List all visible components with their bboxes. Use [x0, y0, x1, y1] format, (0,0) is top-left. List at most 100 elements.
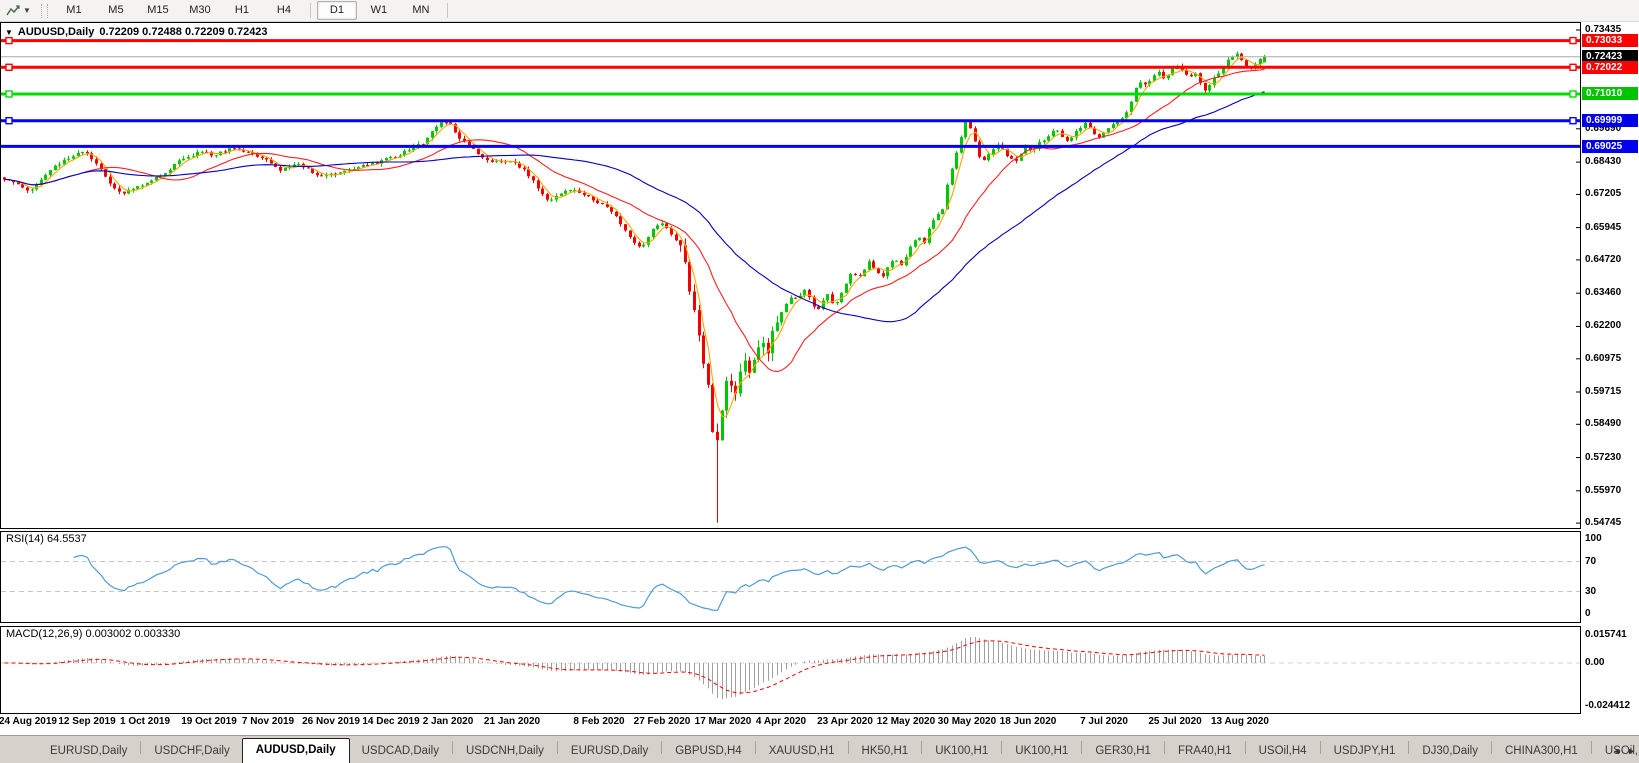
- date-tick-label: 12 May 2020: [876, 716, 936, 727]
- tab-separator: [661, 741, 663, 754]
- timeframe-button-h4[interactable]: H4: [264, 1, 304, 20]
- chart-tab-eurusd-daily[interactable]: EURUSD,Daily: [38, 741, 139, 763]
- macd-tick-label: 0.00: [1585, 657, 1605, 668]
- chart-tab-gbpusd-h4[interactable]: GBPUSD,H4: [663, 741, 753, 763]
- tab-separator: [1319, 741, 1321, 754]
- macd-tick-label: 0.015741: [1585, 628, 1627, 640]
- tab-separator: [754, 741, 756, 754]
- price-tick-label: 0.65945: [1585, 221, 1622, 233]
- timeframe-button-d1[interactable]: D1: [316, 1, 357, 20]
- timeframe-button-m5[interactable]: M5: [96, 1, 136, 20]
- price-tick-label: 0.54745: [1585, 517, 1622, 529]
- hline-price-tag: 0.73033: [1582, 34, 1638, 48]
- tab-separator: [1490, 741, 1492, 754]
- chart-tab-bar: EURUSD,Daily USDCHF,Daily AUDUSD,Daily USDC…: [0, 735, 1639, 763]
- price-tick-label: 0.63460: [1585, 287, 1622, 299]
- timeframe-button-mn[interactable]: MN: [401, 1, 441, 20]
- date-tick-label: 19 Oct 2019: [181, 716, 237, 727]
- chart-ohlc-values: 0.72209 0.72488 0.72209 0.72423: [99, 26, 268, 38]
- trading-terminal-window: ▼ M1 M5 M15 M30 H1 H4 D1 W1 MN ▼ AUDUSD,Daily 0.…: [0, 0, 1639, 763]
- rsi-indicator-label: RSI(14) 64.5537: [6, 533, 87, 545]
- tab-scroll-right-icon[interactable]: ►: [1627, 746, 1636, 756]
- toolbar-separator: [446, 3, 448, 18]
- date-tick-label: 21 Jan 2020: [483, 716, 541, 727]
- rsi-tick-label: 70: [1585, 555, 1597, 567]
- time-axis[interactable]: 24 Aug 2019 12 Sep 2019 1 Oct 2019 19 Oct 2…: [0, 716, 1581, 732]
- date-tick-label: 13 Aug 2020: [1211, 716, 1269, 727]
- timeframe-toolbar: ▼ M1 M5 M15 M30 H1 H4 D1 W1 MN: [0, 0, 1639, 22]
- hline-price-tag: 0.69025: [1582, 139, 1638, 153]
- tab-separator: [1590, 741, 1592, 754]
- price-tick-label: 0.55970: [1585, 484, 1622, 496]
- tab-separator: [556, 741, 558, 754]
- timeframe-button-w1[interactable]: W1: [359, 1, 399, 20]
- rsi-tick-label: 0: [1585, 608, 1591, 619]
- date-tick-label: 7 Jul 2020: [1080, 716, 1128, 727]
- chart-tab-china300-h1[interactable]: CHINA300,H1: [1493, 741, 1590, 763]
- chevron-down-icon[interactable]: ▼: [23, 6, 31, 15]
- tab-separator: [140, 741, 142, 754]
- date-tick-label: 14 Dec 2019: [362, 716, 420, 727]
- timeframe-button-m1[interactable]: M1: [54, 1, 94, 20]
- date-tick-label: 30 May 2020: [937, 716, 997, 727]
- macd-indicator-label: MACD(12,26,9) 0.003002 0.003330: [6, 628, 181, 640]
- chart-tab-usoil-h4[interactable]: USOil,H4: [1247, 741, 1319, 763]
- tab-separator: [1408, 741, 1410, 754]
- chart-tab-ger30-h1[interactable]: GER30,H1: [1083, 741, 1163, 763]
- chart-symbol-label: AUDUSD,Daily: [17, 26, 95, 38]
- date-tick-label: 4 Apr 2020: [755, 716, 807, 727]
- chart-tab-uk100-h1[interactable]: UK100,H1: [923, 741, 1000, 763]
- chart-tab-audusd-daily[interactable]: AUDUSD,Daily: [241, 738, 350, 763]
- chart-tab-uk100-h1[interactable]: UK100,H1: [1003, 741, 1080, 763]
- date-tick-label: 8 Feb 2020: [573, 716, 625, 727]
- price-tick-label: 0.60975: [1585, 352, 1622, 364]
- timeframe-button-h1[interactable]: H1: [222, 1, 262, 20]
- timeframe-button-m30[interactable]: M30: [180, 1, 220, 20]
- macd-tick-label: -0.024412: [1585, 700, 1631, 712]
- price-tick-label: 0.62200: [1585, 320, 1622, 332]
- toolbar-grip-handle[interactable]: [40, 3, 48, 18]
- tab-separator: [847, 741, 849, 754]
- hline-price-tag: 0.69999: [1582, 114, 1638, 128]
- hline-price-tag: 0.72022: [1582, 60, 1638, 74]
- chart-tab-usdjpy-h1[interactable]: USDJPY,H1: [1322, 741, 1408, 763]
- date-tick-label: 17 Mar 2020: [694, 716, 752, 727]
- chart-tab-dj30-daily[interactable]: DJ30,Daily: [1410, 741, 1490, 763]
- price-tick-label: 0.57230: [1585, 451, 1622, 463]
- tab-separator: [1163, 741, 1165, 754]
- date-tick-label: 24 Aug 2019: [0, 716, 57, 727]
- chart-cursor-tool-icon[interactable]: [4, 3, 22, 19]
- chart-tab-eurusd-daily[interactable]: EURUSD,Daily: [559, 741, 660, 763]
- tab-scroll-left-icon[interactable]: ◄: [1612, 746, 1621, 756]
- timeframe-button-m15[interactable]: M15: [138, 1, 178, 20]
- price-tick-label: 0.67205: [1585, 188, 1622, 200]
- collapse-triangle-icon[interactable]: ▼: [5, 28, 13, 37]
- date-tick-label: 25 Jul 2020: [1148, 716, 1202, 727]
- price-tick-label: 0.58490: [1585, 418, 1622, 430]
- date-tick-label: 2 Jan 2020: [422, 716, 474, 727]
- tab-separator: [1244, 741, 1246, 754]
- price-tick-label: 0.59715: [1585, 386, 1622, 397]
- rsi-tick-label: 100: [1585, 533, 1602, 544]
- chart-title: ▼ AUDUSD,Daily 0.72209 0.72488 0.72209 0…: [5, 26, 268, 38]
- chart-tab-usdcad-daily[interactable]: USDCAD,Daily: [350, 741, 451, 763]
- tab-separator: [451, 741, 453, 754]
- date-tick-label: 27 Feb 2020: [633, 716, 691, 727]
- date-tick-label: 26 Nov 2019: [302, 716, 360, 727]
- price-tick-label: 0.64720: [1585, 253, 1622, 265]
- tab-separator: [1081, 741, 1083, 754]
- date-tick-label: 12 Sep 2019: [58, 716, 116, 727]
- chart-tab-usdcnh-daily[interactable]: USDCNH,Daily: [454, 741, 556, 763]
- date-tick-label: 18 Jun 2020: [999, 716, 1057, 727]
- price-chart-canvas[interactable]: [0, 0, 1581, 714]
- date-tick-label: 7 Nov 2019: [241, 716, 295, 727]
- tab-separator: [1001, 741, 1003, 754]
- price-axis[interactable]: 0.73435 0.69690 0.68430 0.67205 0.65945 0.647…: [1581, 0, 1639, 735]
- chart-tab-fra40-h1[interactable]: FRA40,H1: [1166, 741, 1244, 763]
- hline-price-tag: 0.71010: [1582, 87, 1638, 101]
- chart-tab-usdchf-daily[interactable]: USDCHF,Daily: [142, 741, 241, 763]
- toolbar-separator: [309, 3, 311, 18]
- chart-tab-hk50-h1[interactable]: HK50,H1: [850, 741, 921, 763]
- date-tick-label: 23 Apr 2020: [817, 716, 873, 727]
- chart-tab-xauusd-h1[interactable]: XAUUSD,H1: [757, 741, 847, 763]
